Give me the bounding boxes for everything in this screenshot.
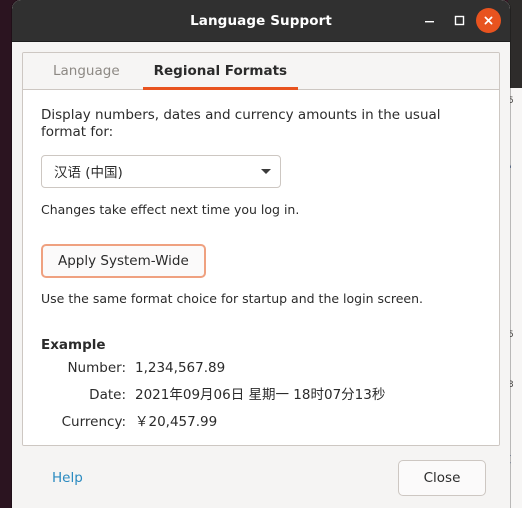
close-window-button[interactable]	[476, 8, 501, 33]
titlebar-buttons	[416, 0, 501, 41]
tab-strip: Language Regional Formats	[23, 53, 499, 90]
example-section: Example Number: 1,234,567.89 Date: 2021年…	[41, 337, 481, 430]
apply-system-wide-hint: Use the same format choice for startup a…	[41, 290, 423, 306]
titlebar: Language Support	[12, 0, 510, 42]
locale-select[interactable]: 汉语 (中国)	[41, 154, 281, 188]
minimize-button[interactable]	[416, 7, 443, 34]
apply-system-wide-button[interactable]: Apply System-Wide	[41, 243, 206, 278]
changes-effect-hint: Changes take effect next time you log in…	[41, 201, 300, 217]
display-format-description: Display numbers, dates and currency amou…	[41, 107, 441, 140]
example-value: ￥20,457.99	[135, 413, 218, 430]
minimize-icon	[425, 21, 434, 23]
background-panel-strip	[508, 0, 522, 88]
example-label: Number:	[67, 359, 126, 376]
close-button[interactable]: Close	[398, 460, 486, 496]
example-row-date: Date: 2021年09月06日 星期一 18时07分13秒	[41, 383, 481, 403]
language-support-window: Language Support Language Regional Forma…	[12, 0, 510, 508]
maximize-icon	[454, 15, 465, 26]
desktop-background: 5 \ 5 3 [ Language Support	[0, 0, 522, 508]
close-icon	[484, 16, 493, 25]
help-link[interactable]: Help	[52, 470, 83, 486]
regional-formats-panel: Display numbers, dates and currency amou…	[23, 90, 499, 445]
example-label: Currency:	[61, 413, 126, 430]
tab-regional-formats[interactable]: Regional Formats	[137, 53, 304, 90]
chevron-down-icon	[261, 168, 271, 174]
example-row-number: Number: 1,234,567.89	[41, 360, 481, 376]
maximize-button[interactable]	[446, 7, 473, 34]
example-heading: Example	[41, 336, 106, 353]
locale-select-value: 汉语 (中国)	[54, 165, 123, 182]
background-window-sliver: 5 \ 5 3 [	[508, 0, 522, 508]
example-value: 2021年09月06日 星期一 18时07分13秒	[135, 386, 386, 403]
example-label: Date:	[89, 386, 126, 403]
window-title: Language Support	[190, 12, 332, 29]
example-value: 1,234,567.89	[135, 359, 226, 376]
example-row-currency: Currency: ￥20,457.99	[41, 410, 481, 430]
notebook: Language Regional Formats Display number…	[22, 52, 500, 446]
window-body: Language Regional Formats Display number…	[12, 42, 510, 508]
tab-language[interactable]: Language	[36, 53, 137, 89]
action-bar: Help Close	[22, 456, 500, 508]
